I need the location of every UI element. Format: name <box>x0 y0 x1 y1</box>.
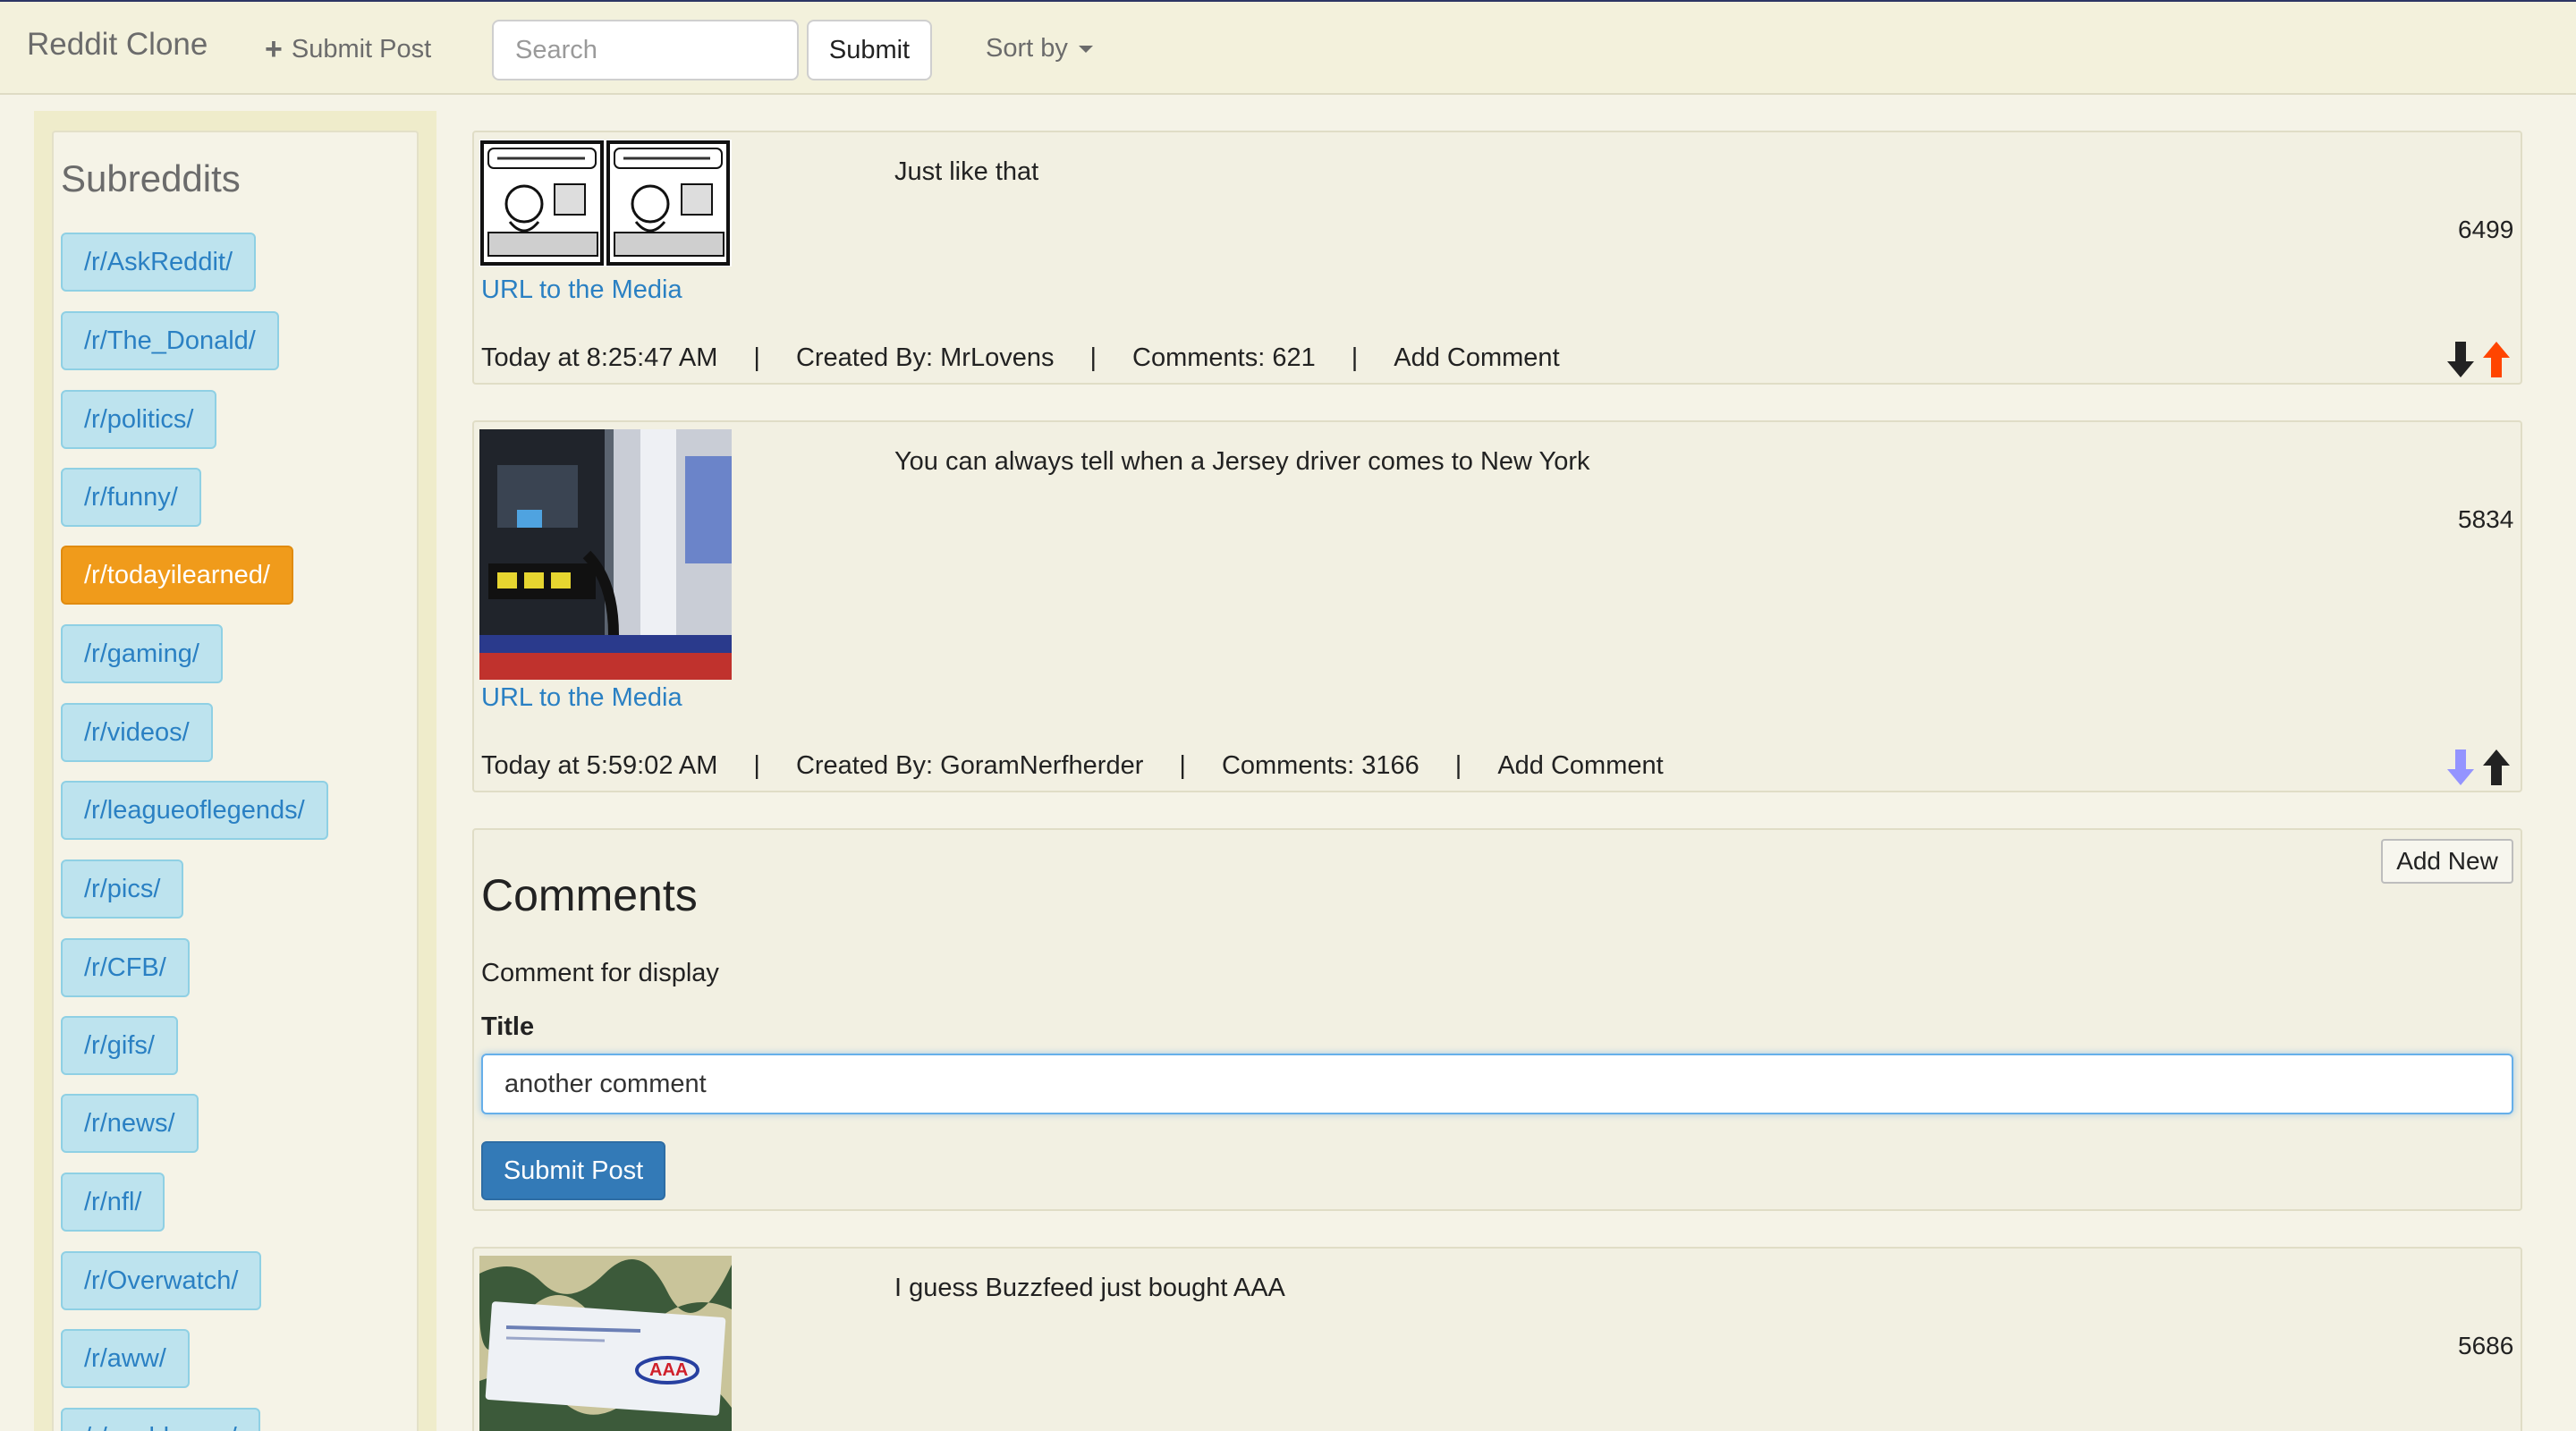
subreddit-link[interactable]: /r/videos/ <box>61 703 213 762</box>
subreddit-link[interactable]: /r/leagueoflegends/ <box>61 781 328 840</box>
svg-text:AAA: AAA <box>649 1360 688 1380</box>
post-card <box>472 1247 2522 1431</box>
plus-icon: + <box>265 32 283 66</box>
post-meta: Today at 8:25:47 AM | Created By: MrLove… <box>481 343 1560 373</box>
sidebar-title: Subreddits <box>61 157 241 199</box>
post-author: Created By: GoramNerfherder <box>795 751 1144 780</box>
post-title[interactable]: I guess Buzzfeed just bought AAA <box>894 1274 1285 1303</box>
subreddit-link[interactable]: /r/gifs/ <box>61 1016 178 1075</box>
post-timestamp: Today at 5:59:02 AM <box>481 751 718 780</box>
subreddit-link[interactable]: /r/pics/ <box>61 859 184 919</box>
post-meta: Today at 5:59:02 AM | Created By: GoramN… <box>481 751 1664 781</box>
subreddit-link[interactable]: /r/news/ <box>61 1094 199 1153</box>
post-score: 5834 <box>2458 505 2514 533</box>
post-comment-count[interactable]: Comments: 621 <box>1132 343 1316 373</box>
upvote-arrow-icon[interactable] <box>2481 748 2512 787</box>
title-field-label: Title <box>481 1012 535 1041</box>
downvote-arrow-icon[interactable] <box>2445 748 2476 787</box>
meta-separator: | <box>1454 751 1462 780</box>
comment-body: Comment for display <box>481 959 719 987</box>
sort-by-label: Sort by <box>986 34 1068 63</box>
submit-post-label: Submit Post <box>291 34 432 64</box>
submit-post-link[interactable]: + Submit Post <box>265 34 431 64</box>
submit-comment-button[interactable]: Submit Post <box>481 1141 665 1200</box>
downvote-arrow-icon[interactable] <box>2445 340 2476 379</box>
sort-by-dropdown[interactable]: Sort by <box>986 34 1093 64</box>
meta-separator: | <box>753 343 760 372</box>
post-author: Created By: MrLovens <box>795 343 1055 372</box>
add-comment-link[interactable]: Add Comment <box>1497 751 1663 781</box>
comment-title-input[interactable] <box>481 1054 2513 1114</box>
post-title[interactable]: Just like that <box>894 157 1038 187</box>
subreddit-link[interactable]: /r/AskReddit/ <box>61 233 256 292</box>
post-timestamp: Today at 8:25:47 AM <box>481 343 718 372</box>
search-input[interactable] <box>492 20 799 80</box>
subreddit-link[interactable]: /r/aww/ <box>61 1329 190 1388</box>
post-title[interactable]: You can always tell when a Jersey driver… <box>894 447 1589 477</box>
subreddit-link[interactable]: /r/CFB/ <box>61 938 190 997</box>
upvote-arrow-icon[interactable] <box>2481 340 2512 379</box>
comments-heading: Comments <box>481 870 698 920</box>
subreddit-link-active[interactable]: /r/todayilearned/ <box>61 546 293 605</box>
post-thumbnail-comic[interactable] <box>479 140 732 267</box>
meta-separator: | <box>1179 751 1186 780</box>
media-url-link[interactable]: URL to the Media <box>481 275 682 305</box>
brand-title[interactable]: Reddit Clone <box>27 27 208 63</box>
subreddit-link[interactable]: /r/nfl/ <box>61 1173 165 1232</box>
add-comment-link[interactable]: Add Comment <box>1394 343 1559 373</box>
media-url-link[interactable]: URL to the Media <box>481 683 682 713</box>
subreddit-link[interactable]: /r/Overwatch/ <box>61 1251 262 1310</box>
post-thumbnail-aaa[interactable]: AAA <box>479 1256 732 1431</box>
meta-separator: | <box>1089 343 1097 372</box>
post-score: 6499 <box>2458 216 2514 243</box>
subreddit-link[interactable]: /r/politics/ <box>61 390 217 449</box>
subreddit-link[interactable]: /r/funny/ <box>61 468 201 527</box>
subreddit-link[interactable]: /r/worldnews/ <box>61 1408 260 1431</box>
post-score: 5686 <box>2458 1332 2514 1359</box>
post-comment-count[interactable]: Comments: 3166 <box>1222 751 1419 781</box>
post-thumbnail-gas-pump[interactable] <box>479 429 732 680</box>
caret-down-icon <box>1078 45 1093 53</box>
meta-separator: | <box>1351 343 1359 372</box>
search-submit-button[interactable]: Submit <box>807 20 932 80</box>
meta-separator: | <box>753 751 760 780</box>
add-new-comment-button[interactable]: Add New <box>2381 839 2513 884</box>
subreddit-link[interactable]: /r/gaming/ <box>61 624 223 683</box>
comments-panel <box>472 828 2522 1211</box>
navbar: Reddit Clone + Submit Post Submit Sort b… <box>0 0 2576 95</box>
subreddit-link[interactable]: /r/The_Donald/ <box>61 311 279 370</box>
